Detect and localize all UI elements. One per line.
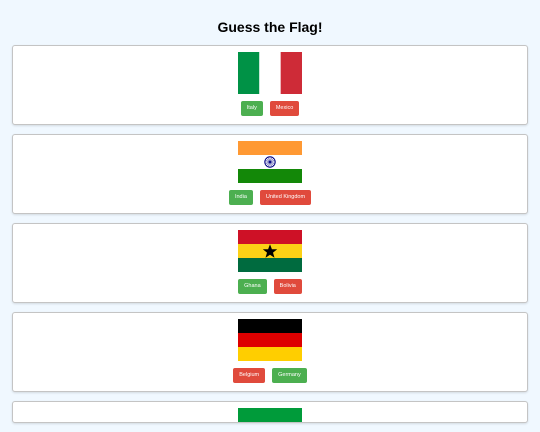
answer-button-bolivia[interactable]: Bolivia bbox=[273, 279, 302, 294]
answer-options: Ghana Bolivia bbox=[13, 279, 527, 294]
italy-flag bbox=[238, 52, 302, 94]
answer-button-india[interactable]: India bbox=[228, 190, 253, 205]
flag-card bbox=[12, 401, 528, 423]
flag-card: Ghana Bolivia bbox=[12, 223, 528, 303]
page-title: Guess the Flag! bbox=[217, 19, 323, 35]
flag-card: Belgium Germany bbox=[12, 312, 528, 392]
answer-button-ghana[interactable]: Ghana bbox=[238, 279, 267, 294]
answer-button-belgium[interactable]: Belgium bbox=[233, 368, 266, 383]
india-flag bbox=[238, 141, 302, 183]
answer-button-germany[interactable]: Germany bbox=[272, 368, 307, 383]
answer-button-italy[interactable]: Italy bbox=[240, 101, 263, 116]
ghana-flag bbox=[238, 230, 302, 272]
answer-button-united-kingdom[interactable]: United Kingdom bbox=[259, 190, 312, 205]
flag-card: Italy Mexico bbox=[12, 45, 528, 125]
next-flag bbox=[238, 408, 302, 422]
answer-options: India United Kingdom bbox=[13, 190, 527, 205]
flag-cards-list: Italy Mexico India United Kingdom Ghana … bbox=[12, 45, 528, 432]
answer-options: Italy Mexico bbox=[13, 101, 527, 116]
germany-flag bbox=[238, 319, 302, 361]
answer-button-mexico[interactable]: Mexico bbox=[269, 101, 300, 116]
flag-card: India United Kingdom bbox=[12, 134, 528, 214]
answer-options: Belgium Germany bbox=[13, 368, 527, 383]
